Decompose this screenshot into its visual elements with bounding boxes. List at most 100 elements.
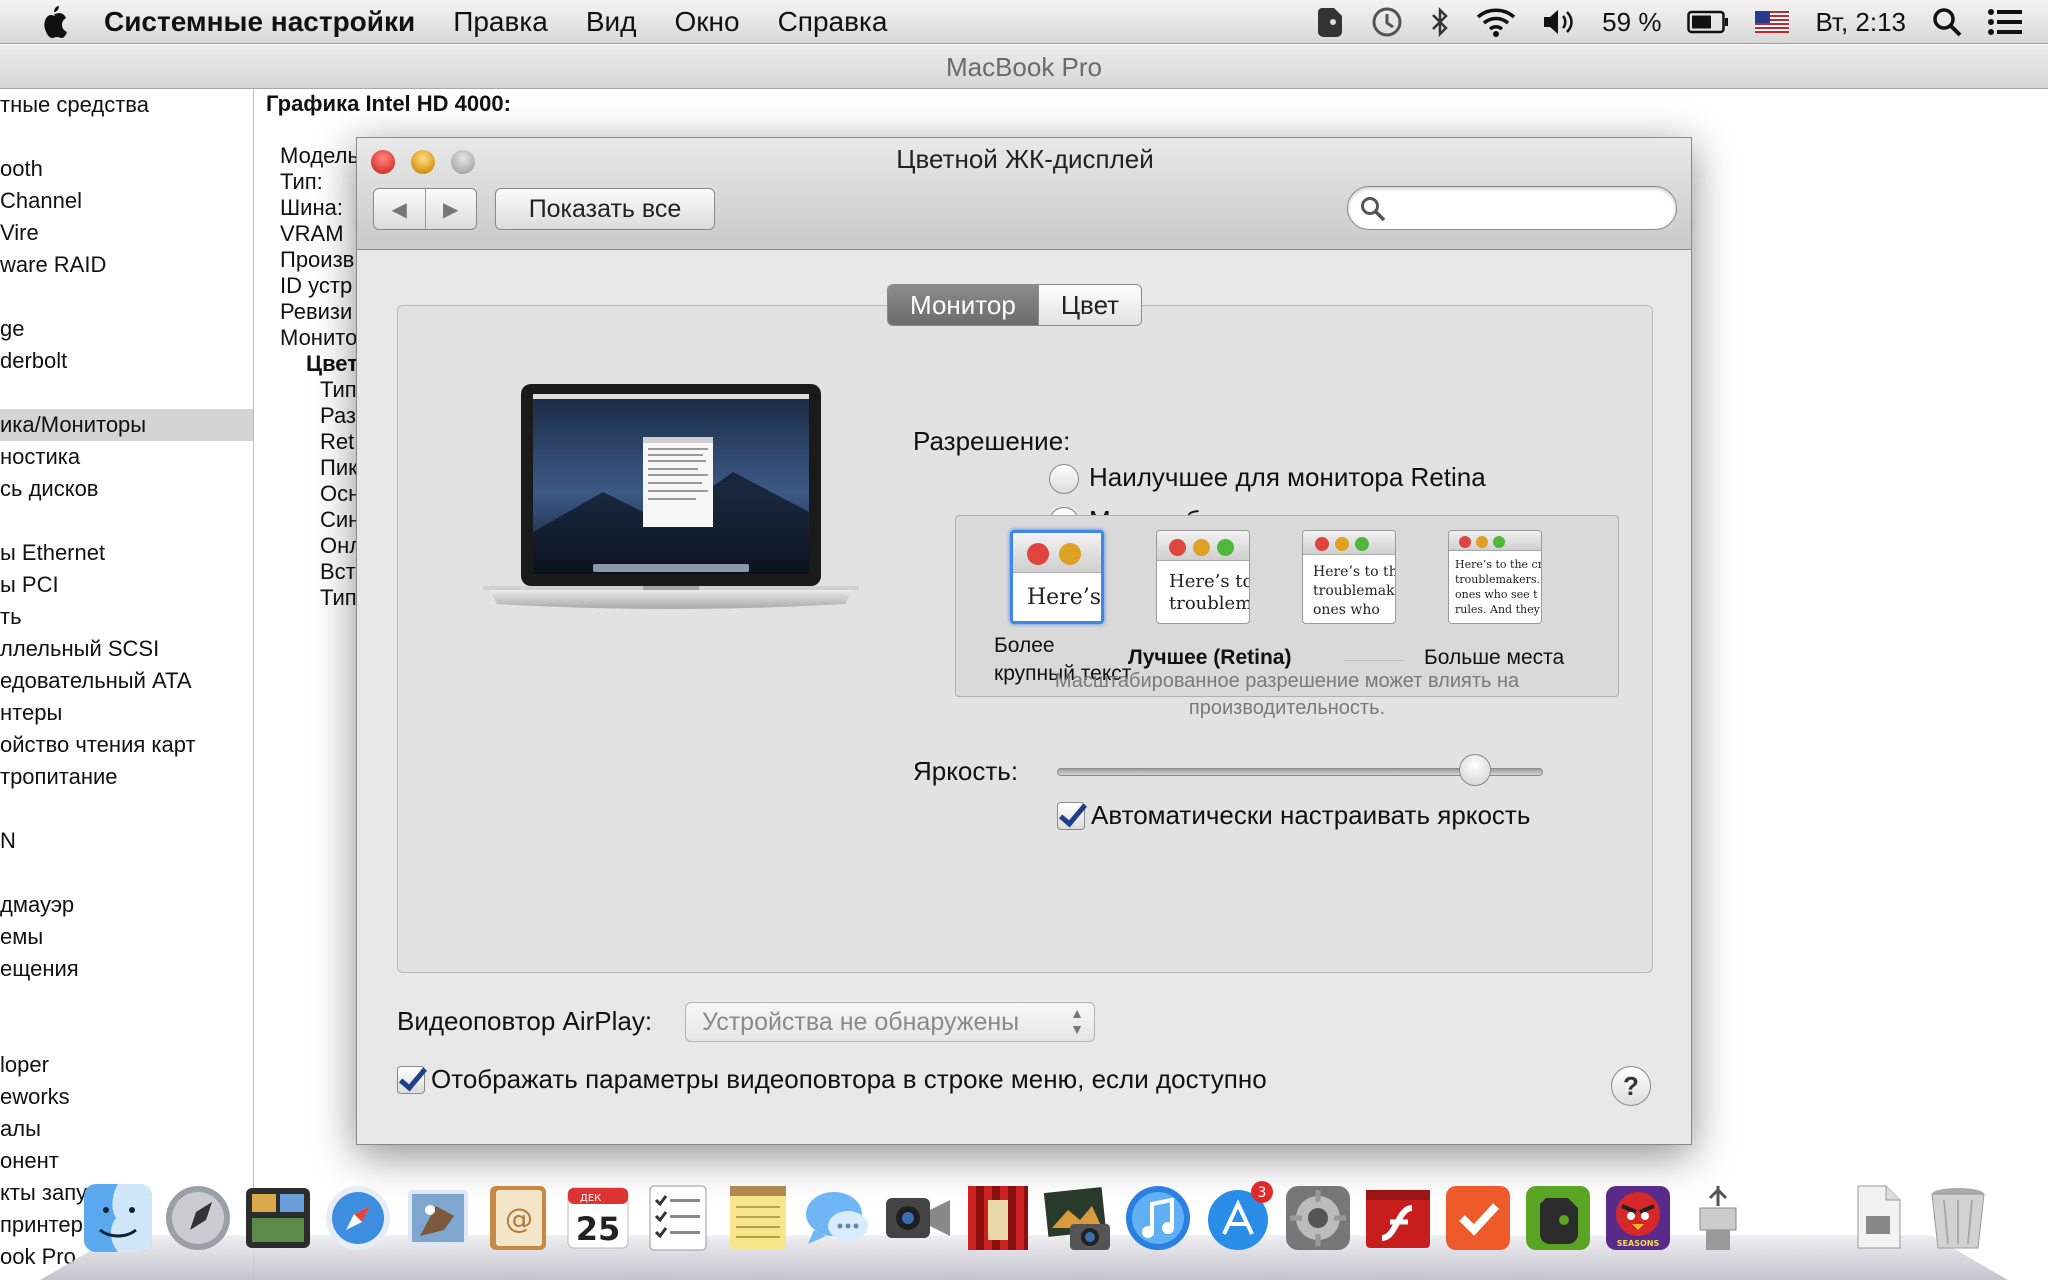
info-line: Монито <box>280 325 358 350</box>
sidebar-item[interactable]: Channel <box>0 185 253 217</box>
menu-view[interactable]: Вид <box>586 6 637 38</box>
sidebar-item[interactable]: тропитание <box>0 761 253 793</box>
safari-icon[interactable] <box>320 1180 396 1256</box>
angry-birds-seasons-icon[interactable]: SEASONS <box>1600 1180 1676 1256</box>
tab-monitor[interactable]: Монитор <box>888 285 1038 325</box>
scale-option-medium[interactable]: Here’s to th troublemak ones who <box>1302 530 1396 624</box>
battery-icon[interactable] <box>1687 10 1729 34</box>
notification-center-icon[interactable] <box>1988 8 2022 36</box>
search-field[interactable] <box>1347 186 1677 230</box>
itunes-icon[interactable] <box>1120 1180 1196 1256</box>
thumb-text: Here’s <box>1027 585 1102 610</box>
messages-icon[interactable] <box>800 1180 876 1256</box>
calendar-icon[interactable]: ДЕК 25 <box>560 1180 636 1256</box>
forward-button[interactable]: ▶ <box>424 189 477 229</box>
tab-color[interactable]: Цвет <box>1037 285 1142 325</box>
sidebar-item[interactable]: ooth <box>0 153 253 185</box>
documents-stack-icon[interactable] <box>1840 1180 1916 1256</box>
menu-window[interactable]: Окно <box>674 6 739 38</box>
airplay-device-select[interactable]: Устройства не обнаружены ▲ ▼ <box>685 1002 1095 1042</box>
menu-help[interactable]: Справка <box>778 6 888 38</box>
sidebar-item[interactable]: ностика <box>0 441 253 473</box>
wifi-icon[interactable] <box>1476 7 1516 37</box>
sidebar-item[interactable]: N <box>0 825 253 857</box>
mission-control-icon[interactable] <box>240 1180 316 1256</box>
apple-menu-icon[interactable] <box>22 0 86 44</box>
thumb-zoom-icon <box>1355 537 1369 551</box>
volume-icon[interactable] <box>1542 7 1576 37</box>
sidebar-item[interactable]: ллельный SCSI <box>0 633 253 665</box>
sidebar-item[interactable]: ge <box>0 313 253 345</box>
show-mirroring-label[interactable]: Отображать параметры видеоповтора в стро… <box>431 1064 1267 1095</box>
brightness-slider-knob[interactable] <box>1458 754 1491 786</box>
sidebar-item[interactable]: дмауэр <box>0 889 253 921</box>
flash-player-icon[interactable] <box>1360 1180 1436 1256</box>
bluetooth-icon[interactable] <box>1430 6 1450 38</box>
back-forward-control: ◀ ▶ <box>373 188 477 230</box>
scale-option-more-space[interactable]: Here’s to the cr troublemakers. ones who… <box>1448 530 1542 624</box>
sidebar-item[interactable]: сь дисков <box>0 473 253 505</box>
sidebar-item-graphics-selected[interactable]: ика/Мониторы <box>0 409 253 441</box>
clock[interactable]: Вт, 2:13 <box>1815 7 1906 38</box>
tab-bar: Монитор Цвет <box>887 284 1143 326</box>
wunderlist-icon[interactable] <box>1440 1180 1516 1256</box>
show-mirroring-checkbox[interactable] <box>397 1066 425 1094</box>
us-flag-icon[interactable] <box>1755 11 1790 33</box>
usb-drive-icon[interactable] <box>1680 1180 1756 1256</box>
macbook-illustration <box>483 384 859 609</box>
auto-brightness-label[interactable]: Автоматически настраивать яркость <box>1091 800 1530 831</box>
airplay-select-value: Устройства не обнаружены <box>702 1008 1020 1036</box>
sidebar-item[interactable]: ы Ethernet <box>0 537 253 569</box>
sidebar-item[interactable]: derbolt <box>0 345 253 377</box>
notes-icon[interactable] <box>720 1180 796 1256</box>
radio-best-retina[interactable] <box>1049 464 1079 494</box>
forward-arrow-icon: ▶ <box>443 198 459 221</box>
launchpad-icon[interactable] <box>160 1180 236 1256</box>
evernote-icon[interactable] <box>1520 1180 1596 1256</box>
auto-brightness-checkbox[interactable] <box>1057 802 1085 830</box>
sidebar-item[interactable]: едовательный ATA <box>0 665 253 697</box>
finder-icon[interactable] <box>80 1180 156 1256</box>
evernote-menu-icon[interactable] <box>1316 6 1344 38</box>
window-toolbar: Цветной ЖК-дисплей ◀ ▶ Показать все <box>357 138 1691 250</box>
system-preferences-icon[interactable] <box>1280 1180 1356 1256</box>
scale-option-larger-text[interactable]: Here’s <box>1010 530 1104 624</box>
sidebar-item[interactable]: тные средства <box>0 89 253 121</box>
photo-booth-icon[interactable] <box>960 1180 1036 1256</box>
sidebar-item[interactable]: онент <box>0 1145 253 1177</box>
back-button[interactable]: ◀ <box>374 189 425 229</box>
contacts-icon[interactable]: @ <box>480 1180 556 1256</box>
sidebar-item[interactable]: емы <box>0 921 253 953</box>
sidebar-item[interactable]: loper <box>0 1049 253 1081</box>
sidebar-item[interactable]: ть <box>0 601 253 633</box>
reminders-icon[interactable] <box>640 1180 716 1256</box>
display-preferences-window: Цветной ЖК-дисплей ◀ ▶ Показать все Мони… <box>356 137 1692 1145</box>
menu-edit[interactable]: Правка <box>453 6 548 38</box>
airplay-label: Видеоповтор AirPlay: <box>397 1006 653 1036</box>
sidebar-item[interactable]: ware RAID <box>0 249 253 281</box>
sidebar-item[interactable]: eworks <box>0 1081 253 1113</box>
sidebar-item[interactable]: алы <box>0 1113 253 1145</box>
spotlight-icon[interactable] <box>1932 7 1962 37</box>
sidebar-item[interactable]: ещения <box>0 953 253 985</box>
trash-icon[interactable] <box>1920 1180 1996 1256</box>
scale-option-best-retina[interactable]: Here’s to troublem <box>1156 530 1250 624</box>
search-icon <box>1361 197 1386 222</box>
sidebar-item[interactable]: нтеры <box>0 697 253 729</box>
sidebar-item[interactable]: Vire <box>0 217 253 249</box>
caption-divider <box>1344 660 1404 661</box>
sidebar-item[interactable]: ы PCI <box>0 569 253 601</box>
option-best-retina-label[interactable]: Наилучшее для монитора Retina <box>1089 462 1486 493</box>
info-line: Пик <box>320 455 358 480</box>
app-store-icon[interactable]: 3 <box>1200 1180 1276 1256</box>
facetime-icon[interactable] <box>880 1180 956 1256</box>
show-all-button[interactable]: Показать все <box>495 188 715 230</box>
iphoto-icon[interactable] <box>1040 1180 1116 1256</box>
menu-app-name[interactable]: Системные настройки <box>104 6 415 38</box>
thumb-text: Here’s to th troublemak ones who <box>1313 564 1395 618</box>
mail-icon[interactable] <box>400 1180 476 1256</box>
battery-percent[interactable]: 59 % <box>1602 7 1661 38</box>
time-machine-icon[interactable] <box>1370 5 1404 39</box>
sidebar-item[interactable]: ойство чтения карт <box>0 729 253 761</box>
help-button[interactable]: ? <box>1611 1066 1651 1106</box>
